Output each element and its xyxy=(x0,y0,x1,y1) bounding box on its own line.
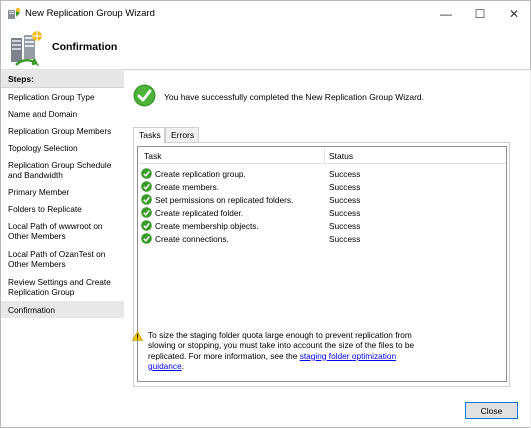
warning-suffix: . xyxy=(181,360,184,371)
title-bar: New Replication Group Wizard — ☐ ✕ xyxy=(1,1,530,27)
task-name: Create members. xyxy=(155,182,220,192)
table-row[interactable]: Create replicated folder. Success xyxy=(141,207,501,219)
page-title: Confirmation xyxy=(52,41,118,53)
success-check-icon xyxy=(141,220,152,231)
column-divider[interactable] xyxy=(324,148,325,163)
close-window-button[interactable]: ✕ xyxy=(497,1,531,27)
success-check-icon xyxy=(141,168,152,179)
success-message: You have successfully completed the New … xyxy=(164,92,425,102)
task-name: Create membership objects. xyxy=(155,221,259,231)
task-name: Set permissions on replicated folders. xyxy=(155,195,294,205)
task-status: Success xyxy=(329,221,361,231)
main-panel: You have successfully completed the New … xyxy=(124,71,530,427)
steps-heading: Steps: xyxy=(1,71,124,88)
step-review-settings[interactable]: Review Settings and Create Replication G… xyxy=(1,273,124,301)
success-check-icon xyxy=(141,181,152,192)
task-name: Create replicated folder. xyxy=(155,208,244,218)
step-folders-to-replicate[interactable]: Folders to Replicate xyxy=(1,200,124,217)
task-status: Success xyxy=(329,234,361,244)
window-title: New Replication Group Wizard xyxy=(25,8,155,19)
task-name: Create replication group. xyxy=(155,169,246,179)
warning-icon xyxy=(132,331,143,341)
table-row[interactable]: Create connections. Success xyxy=(141,233,501,245)
steps-sidebar: Steps: Replication Group Type Name and D… xyxy=(1,71,124,427)
success-check-icon xyxy=(133,84,156,107)
list-header: Task Status xyxy=(138,147,506,164)
step-topology-selection[interactable]: Topology Selection xyxy=(1,139,124,156)
step-local-path-wwwroot[interactable]: Local Path of wwwroot on Other Members xyxy=(1,217,124,245)
column-header-status[interactable]: Status xyxy=(329,151,353,161)
step-local-path-ozantest[interactable]: Local Path of OzanTest on Other Members xyxy=(1,245,124,273)
tab-errors[interactable]: Errors xyxy=(165,127,199,142)
close-button[interactable]: Close xyxy=(465,402,518,419)
table-row[interactable]: Create membership objects. Success xyxy=(141,220,501,232)
task-status: Success xyxy=(329,182,361,192)
staging-quota-warning: To size the staging folder quota large e… xyxy=(148,330,416,371)
step-confirmation[interactable]: Confirmation xyxy=(1,301,124,318)
task-status: Success xyxy=(329,208,361,218)
step-name-and-domain[interactable]: Name and Domain xyxy=(1,105,124,122)
wizard-window: New Replication Group Wizard — ☐ ✕ Confi… xyxy=(0,0,531,428)
task-name: Create connections. xyxy=(155,234,229,244)
step-primary-member[interactable]: Primary Member xyxy=(1,183,124,200)
success-check-icon xyxy=(141,233,152,244)
tab-tasks[interactable]: Tasks xyxy=(133,127,165,143)
replication-group-icon xyxy=(11,31,42,67)
minimize-button[interactable]: — xyxy=(429,1,463,27)
success-check-icon xyxy=(141,207,152,218)
task-status: Success xyxy=(329,169,361,179)
table-row[interactable]: Set permissions on replicated folders. S… xyxy=(141,194,501,206)
replication-app-icon xyxy=(8,8,20,19)
column-header-task[interactable]: Task xyxy=(144,151,161,161)
step-schedule-and-bandwidth[interactable]: Replication Group Schedule and Bandwidth xyxy=(1,156,124,183)
maximize-button[interactable]: ☐ xyxy=(463,1,497,27)
table-row[interactable]: Create members. Success xyxy=(141,181,501,193)
table-row[interactable]: Create replication group. Success xyxy=(141,168,501,180)
task-status: Success xyxy=(329,195,361,205)
step-replication-group-type[interactable]: Replication Group Type xyxy=(1,88,124,105)
success-check-icon xyxy=(141,194,152,205)
wizard-header: Confirmation xyxy=(1,27,530,70)
step-replication-group-members[interactable]: Replication Group Members xyxy=(1,122,124,139)
